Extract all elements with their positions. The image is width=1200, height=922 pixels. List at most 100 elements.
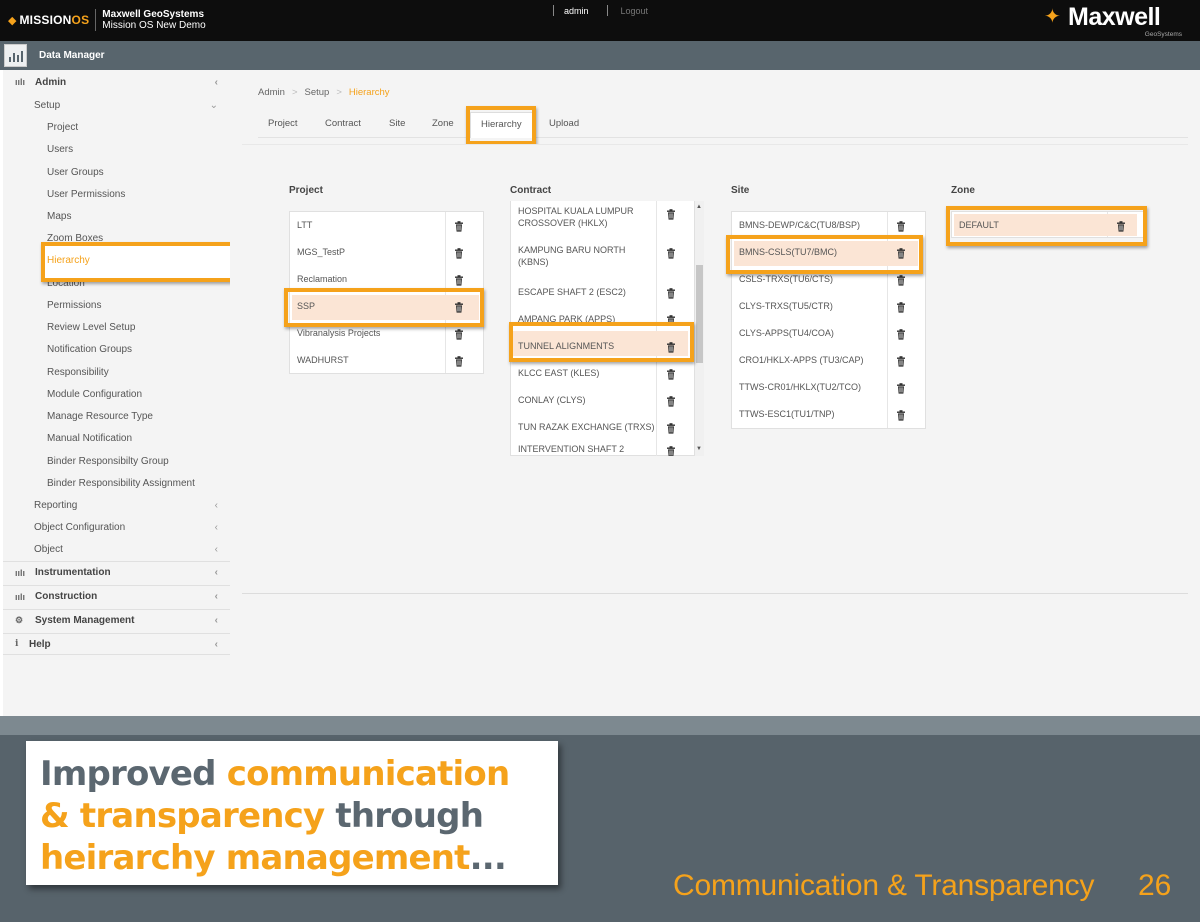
ssp-highlight-box bbox=[284, 288, 484, 327]
trash-icon[interactable] bbox=[454, 329, 464, 340]
trash-icon[interactable] bbox=[666, 248, 676, 259]
trash-icon[interactable] bbox=[666, 396, 676, 407]
maxwell-logo: ✦ Maxwell GeoSystems bbox=[1044, 3, 1184, 38]
list-item[interactable]: TTWS-CR01/HKLX(TU2/TCO) bbox=[732, 374, 925, 401]
sidebar-item-review-level-setup[interactable]: Review Level Setup bbox=[3, 316, 230, 338]
trash-icon[interactable] bbox=[666, 288, 676, 299]
sidebar-item-manage-resource-type[interactable]: Manage Resource Type bbox=[3, 405, 230, 427]
callout-line-1: Improved communication bbox=[40, 754, 510, 794]
scrollbar-thumb[interactable] bbox=[696, 265, 703, 363]
info-icon: i bbox=[15, 639, 19, 649]
sidebar-item-user-permissions[interactable]: User Permissions bbox=[3, 183, 230, 205]
breadcrumb-setup[interactable]: Setup bbox=[305, 87, 330, 98]
contract-item-label: HOSPITAL KUALA LUMPUR CROSSOVER (HKLX) bbox=[518, 206, 634, 228]
trash-icon[interactable] bbox=[454, 248, 464, 259]
user-name[interactable]: admin bbox=[554, 6, 607, 16]
sidebar-item-hierarchy[interactable]: Hierarchy bbox=[7, 249, 187, 271]
list-item[interactable]: WADHURST bbox=[290, 347, 483, 374]
list-item[interactable]: CONLAY (CLYS) bbox=[511, 387, 686, 414]
bar-chart-icon: ıılı bbox=[15, 77, 26, 87]
list-item[interactable]: HOSPITAL KUALA LUMPUR CROSSOVER (HKLX) bbox=[511, 203, 686, 230]
list-item[interactable]: LTT bbox=[290, 212, 483, 239]
org-subtitle: Mission OS New Demo bbox=[102, 20, 206, 31]
list-item[interactable]: CLYS-TRXS(TU5/CTR) bbox=[732, 293, 925, 320]
tab-contract[interactable]: Contract bbox=[315, 112, 371, 138]
sidebar-item-module-configuration[interactable]: Module Configuration bbox=[3, 383, 230, 405]
sidebar-item-maps[interactable]: Maps bbox=[3, 205, 230, 227]
trash-icon[interactable] bbox=[896, 221, 906, 232]
sidebar-item-notification-groups[interactable]: Notification Groups bbox=[3, 338, 230, 360]
breadcrumb-admin[interactable]: Admin bbox=[258, 87, 285, 98]
list-item[interactable]: CLYS-APPS(TU4/COA) bbox=[732, 320, 925, 347]
sidebar-item-label: Admin bbox=[35, 76, 67, 88]
sidebar-item-label: Reporting bbox=[34, 499, 78, 511]
trash-icon[interactable] bbox=[454, 275, 464, 286]
sidebar-item-label: Users bbox=[47, 143, 74, 155]
sidebar-item-manual-notification[interactable]: Manual Notification bbox=[3, 427, 230, 449]
scroll-down-icon[interactable]: ▼ bbox=[696, 446, 702, 452]
list-item[interactable]: ESCAPE SHAFT 2 (ESC2) bbox=[511, 279, 686, 306]
list-item[interactable]: TTWS-ESC1(TU1/TNP) bbox=[732, 401, 925, 428]
mission-os-logo[interactable]: ◆ MISSIONOS Maxwell GeoSystems Mission O… bbox=[8, 9, 206, 31]
tab-project[interactable]: Project bbox=[258, 112, 308, 138]
trash-icon[interactable] bbox=[454, 221, 464, 232]
sidebar-item-label: Binder Responsibility Assignment bbox=[47, 477, 195, 489]
scroll-up-icon[interactable]: ▲ bbox=[696, 204, 702, 210]
sidebar-item-user-groups[interactable]: User Groups bbox=[3, 161, 230, 183]
list-item[interactable]: CRO1/HKLX-APPS (TU3/CAP) bbox=[732, 347, 925, 374]
sidebar-item-reporting[interactable]: Reporting ‹ bbox=[3, 494, 230, 516]
trash-icon[interactable] bbox=[896, 302, 906, 313]
sidebar-item-binder-responsibility-assignment[interactable]: Binder Responsibility Assignment bbox=[3, 472, 230, 494]
sidebar-item-binder-responsibility-group[interactable]: Binder Responsibilty Group bbox=[3, 450, 230, 472]
page-title: Data Manager bbox=[39, 50, 105, 61]
contract-scrollbar[interactable]: ▲ ▼ bbox=[695, 201, 704, 456]
list-item[interactable]: KAMPUNG BARU NORTH (KBNS) bbox=[511, 242, 686, 269]
tab-upload[interactable]: Upload bbox=[539, 112, 589, 138]
trash-icon[interactable] bbox=[666, 369, 676, 380]
trash-icon[interactable] bbox=[896, 356, 906, 367]
sidebar-item-label: Manual Notification bbox=[47, 432, 133, 444]
contract-item-label: KAMPUNG BARU NORTH (KBNS) bbox=[518, 245, 626, 267]
chevron-left-icon: ‹ bbox=[214, 543, 218, 555]
sidebar-item-object-configuration[interactable]: Object Configuration ‹ bbox=[3, 516, 230, 538]
sidebar-item-system-management[interactable]: ⚙ System Management ‹ bbox=[3, 609, 230, 631]
sidebar-item-permissions[interactable]: Permissions bbox=[3, 294, 230, 316]
trash-icon[interactable] bbox=[896, 329, 906, 340]
sidebar-item-instrumentation[interactable]: ıılı Instrumentation ‹ bbox=[3, 561, 230, 583]
maxwell-subtitle: GeoSystems bbox=[1144, 31, 1182, 38]
tab-site[interactable]: Site bbox=[379, 112, 415, 138]
sidebar-item-help[interactable]: i Help ‹ bbox=[3, 633, 230, 655]
bar-chart-icon[interactable] bbox=[4, 44, 27, 67]
trash-icon[interactable] bbox=[666, 446, 676, 456]
site-item-label: TTWS-ESC1(TU1/TNP) bbox=[739, 409, 835, 419]
tab-zone[interactable]: Zone bbox=[422, 112, 464, 138]
trash-icon[interactable] bbox=[896, 383, 906, 394]
trash-icon[interactable] bbox=[896, 275, 906, 286]
sidebar-item-setup[interactable]: Setup ⌄ bbox=[3, 94, 230, 116]
trash-icon[interactable] bbox=[666, 209, 676, 220]
sidebar-item-project[interactable]: Project bbox=[3, 116, 230, 138]
trash-icon[interactable] bbox=[454, 356, 464, 367]
sidebar-item-admin[interactable]: ıılı Admin ‹ bbox=[3, 71, 230, 93]
trash-icon[interactable] bbox=[666, 423, 676, 434]
list-item[interactable]: MGS_TestP bbox=[290, 239, 483, 266]
top-bar: ◆ MISSIONOS Maxwell GeoSystems Mission O… bbox=[0, 0, 1200, 41]
chevron-left-icon: ‹ bbox=[214, 521, 218, 533]
list-item[interactable]: KLCC EAST (KLES) bbox=[511, 360, 686, 387]
trash-icon[interactable] bbox=[896, 410, 906, 421]
sidebar-item-users[interactable]: Users bbox=[3, 138, 230, 160]
sidebar-item-responsibility[interactable]: Responsibility bbox=[3, 361, 230, 383]
contract-item-label: TUN RAZAK EXCHANGE (TRXS) bbox=[518, 422, 655, 432]
org-block: Maxwell GeoSystems Mission OS New Demo bbox=[102, 9, 205, 31]
default-highlight-box bbox=[946, 206, 1147, 246]
list-item[interactable]: TUN RAZAK EXCHANGE (TRXS) bbox=[511, 414, 686, 441]
sidebar-item-label: Manage Resource Type bbox=[47, 410, 153, 422]
hierarchy-tab-highlight-box bbox=[466, 106, 536, 145]
logout-link[interactable]: Logout bbox=[608, 6, 659, 16]
sidebar-item-label: Instrumentation bbox=[35, 567, 111, 578]
list-item[interactable]: INTERVENTION SHAFT 2 bbox=[511, 441, 686, 456]
sidebar-item-label: Review Level Setup bbox=[47, 321, 136, 333]
sidebar-item-object[interactable]: Object ‹ bbox=[3, 538, 230, 560]
site-item-label: CLYS-TRXS(TU5/CTR) bbox=[739, 301, 833, 311]
sidebar-item-construction[interactable]: ıılı Construction ‹ bbox=[3, 585, 230, 607]
